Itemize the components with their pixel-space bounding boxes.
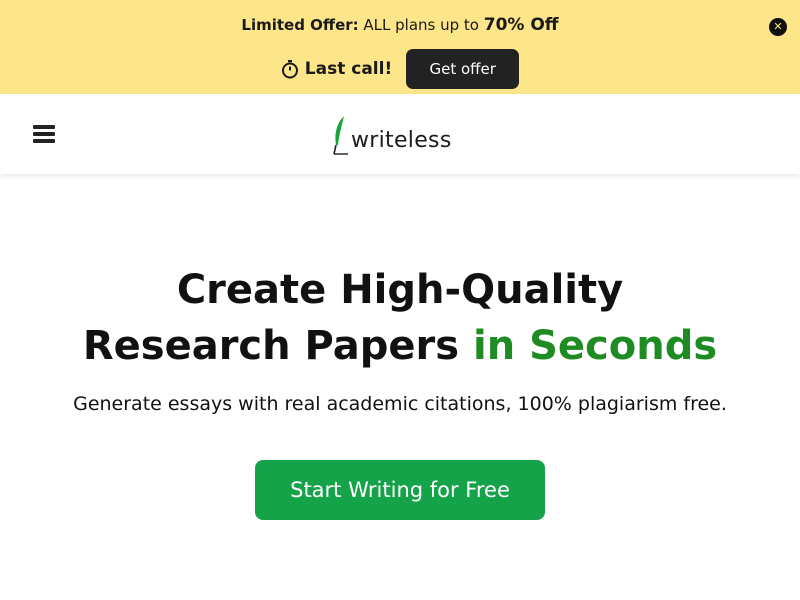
logo-text: writeless [351,128,452,153]
hero-title-line2: Research Papers [82,323,473,369]
promo-limited-offer: Limited Offer: [241,16,359,34]
site-header: writeless [0,94,800,174]
hero-title: Create High-Quality Research Papers in S… [0,262,800,374]
hero-subtitle: Generate essays with real academic citat… [73,393,727,415]
hero-title-accent: in Seconds [472,323,718,369]
menu-icon[interactable] [33,125,55,143]
hero-title-line1: Create High-Quality [176,267,624,313]
logo[interactable]: writeless [331,113,452,155]
promo-discount: 70% Off [483,15,559,35]
start-writing-button[interactable]: Start Writing for Free [255,460,545,520]
last-call-text: Last call! [304,59,393,79]
last-call: Last call! [281,59,392,79]
close-icon[interactable]: ✕ [769,18,787,36]
stopwatch-icon [281,60,298,79]
get-offer-button[interactable]: Get offer [406,49,520,89]
promo-all-plans: ALL plans up to [358,16,484,34]
promo-banner: Limited Offer: ALL plans up to 70% Off ✕… [0,0,800,94]
promo-message: Limited Offer: ALL plans up to 70% Off [0,15,800,39]
promo-action-row: Last call! Get offer [0,49,800,89]
quill-icon [333,116,348,155]
